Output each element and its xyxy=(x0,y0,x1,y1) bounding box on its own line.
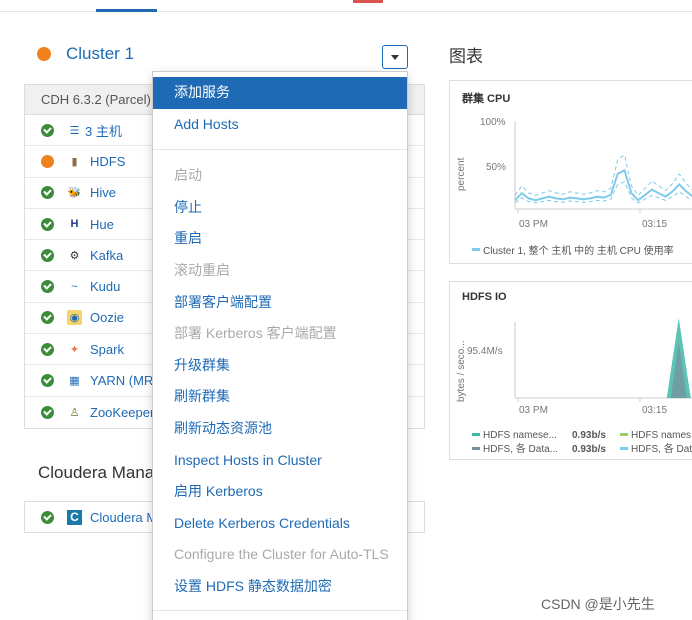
service-name-link[interactable]: HDFS xyxy=(90,154,125,169)
hdfs-io-chart: bytes / seco... 95.4M/s 03 PM 03:15 HDFS… xyxy=(456,318,692,455)
good-health-check-icon xyxy=(41,311,54,325)
menu-item[interactable]: 启用 Kerberos xyxy=(153,476,407,508)
hdfs-legend-value: 0.93b/s xyxy=(572,444,606,455)
good-health-check-icon xyxy=(41,217,54,231)
good-health-check-icon xyxy=(41,186,54,200)
service-name-link[interactable]: 3 主机 xyxy=(85,121,122,140)
yarn-icon: ▦ xyxy=(69,375,80,388)
zookeeper-icon: ♙ xyxy=(69,406,80,419)
charts-section-title: 图表 xyxy=(449,47,483,66)
hdfs-legend-value: 0.93b/s xyxy=(572,430,606,441)
cpu-xtick-0315: 03:15 xyxy=(642,219,667,230)
cpu-series-line xyxy=(514,168,692,202)
cloudera-manager-section-title: Cloudera Mana xyxy=(38,463,155,482)
good-health-check-icon xyxy=(41,374,54,388)
cloudera-manager-icon: C xyxy=(67,509,82,525)
menu-item[interactable]: Inspect Hosts in Cluster xyxy=(153,445,407,477)
service-name-link[interactable]: Oozie xyxy=(90,310,124,325)
service-name-link[interactable]: Hue xyxy=(90,217,114,232)
hdfs-legend-swatch xyxy=(620,447,628,450)
service-name-link[interactable]: ZooKeeper xyxy=(90,405,154,420)
watermark: CSDN @是小先生 xyxy=(541,596,655,612)
hdfs-legend-swatch xyxy=(472,447,480,450)
cpu-max-line xyxy=(514,154,692,197)
menu-item[interactable]: Delete Kerberos Credentials xyxy=(153,508,407,540)
cluster-name-link[interactable]: Cluster 1 xyxy=(66,44,134,64)
hdfs-legend-swatch xyxy=(472,433,480,436)
cpu-min-line xyxy=(514,181,692,204)
good-health-check-icon xyxy=(41,405,54,419)
cpu-xtick-3pm: 03 PM xyxy=(519,219,548,230)
hdfs-xtick-0315: 03:15 xyxy=(642,405,667,416)
menu-item[interactable]: 添加服务 xyxy=(153,77,407,109)
spark-icon: ✦ xyxy=(69,343,80,356)
service-name-link[interactable]: Hive xyxy=(90,185,116,200)
menu-item[interactable]: 停止 xyxy=(153,192,407,224)
service-name-link[interactable]: YARN (MR2 xyxy=(90,373,161,388)
menu-item: 滚动重启 xyxy=(174,261,230,278)
menu-item: 启动 xyxy=(174,167,202,184)
cluster-warning-status-icon xyxy=(37,47,51,61)
kudu-icon: ~ xyxy=(71,280,78,293)
service-name-link[interactable]: Kafka xyxy=(90,248,123,263)
good-health-check-icon xyxy=(41,248,54,262)
cpu-ytick-100: 100% xyxy=(480,117,506,128)
menu-item[interactable]: Add Hosts xyxy=(153,109,407,141)
menu-divider xyxy=(153,149,407,151)
hdfs-y-axis-label: bytes / seco... xyxy=(456,340,467,402)
hdfs-legend-label: HDFS names xyxy=(631,430,691,441)
cloudera-manager-service-link[interactable]: Cloudera M xyxy=(90,510,157,525)
hosts-list-icon: ☰ xyxy=(69,124,80,137)
menu-item[interactable]: 刷新群集 xyxy=(153,381,407,413)
kafka-icon: ⚙ xyxy=(69,249,80,262)
menu-item[interactable]: 设置 HDFS 静态数据加密 xyxy=(153,571,407,603)
menu-item[interactable]: 刷新动态资源池 xyxy=(153,413,407,445)
oozie-icon: ◉ xyxy=(67,310,82,326)
hue-icon: H xyxy=(70,218,79,231)
service-name-link[interactable]: Kudu xyxy=(90,279,120,294)
good-health-check-icon xyxy=(41,342,54,356)
menu-divider-bottom xyxy=(153,610,407,611)
cluster-actions-menu: 添加服务 Add Hosts 启动停止 重启滚动重启部署客户端配置部署 Kerber… xyxy=(152,71,408,620)
hdfs-legend-label: HDFS, 各 Dat xyxy=(631,442,692,455)
chevron-down-icon xyxy=(391,54,399,60)
cluster-cpu-chart-card[interactable]: percent 100% 50% 03 PM 03:15 Cluster 1, … xyxy=(449,80,692,264)
hdfs-legend-label: HDFS, 各 Data... xyxy=(483,442,558,455)
active-tab-indicator[interactable] xyxy=(96,9,157,12)
hdfs-io-chart-card[interactable]: bytes / seco... 95.4M/s 03 PM 03:15 HDFS… xyxy=(449,281,692,460)
cpu-ytick-50: 50% xyxy=(486,162,506,173)
hdfs-chart-title: HDFS IO xyxy=(462,291,507,303)
good-health-check-icon xyxy=(41,123,54,137)
cluster-actions-dropdown-button[interactable] xyxy=(382,45,408,69)
menu-item[interactable]: 部署客户端配置 xyxy=(153,287,407,319)
menu-item[interactable]: 升级群集 xyxy=(153,350,407,382)
menu-item: 部署 Kerberos 客户端配置 xyxy=(174,325,337,342)
menu-item[interactable]: 重启 xyxy=(153,223,407,255)
cpu-legend-label: Cluster 1, 整个 主机 中的 主机 CPU 使用率 xyxy=(483,244,674,257)
hdfs-legend-label: HDFS namese... xyxy=(483,430,557,441)
hdfs-xtick-3pm: 03 PM xyxy=(519,405,548,416)
cluster-header: Cluster 1 xyxy=(37,42,134,66)
cluster-cpu-chart: percent 100% 50% 03 PM 03:15 Cluster 1, … xyxy=(456,117,692,257)
service-name-link[interactable]: Spark xyxy=(90,342,124,357)
hdfs-legend-swatch xyxy=(620,433,628,436)
hdfs-ytick: 95.4M/s xyxy=(467,346,503,357)
alert-tab-indicator[interactable] xyxy=(353,0,383,3)
hdfs-icon: ▮ xyxy=(71,155,78,168)
warning-health-icon xyxy=(41,154,54,168)
cpu-y-axis-label: percent xyxy=(456,157,467,191)
menu-item: Configure the Cluster for Auto-TLS xyxy=(174,546,389,563)
good-health-check-icon xyxy=(41,510,54,524)
hive-icon: 🐝 xyxy=(67,187,82,200)
good-health-check-icon xyxy=(41,280,54,294)
cpu-legend-swatch xyxy=(472,248,480,251)
cpu-chart-title: 群集 CPU xyxy=(462,93,511,105)
